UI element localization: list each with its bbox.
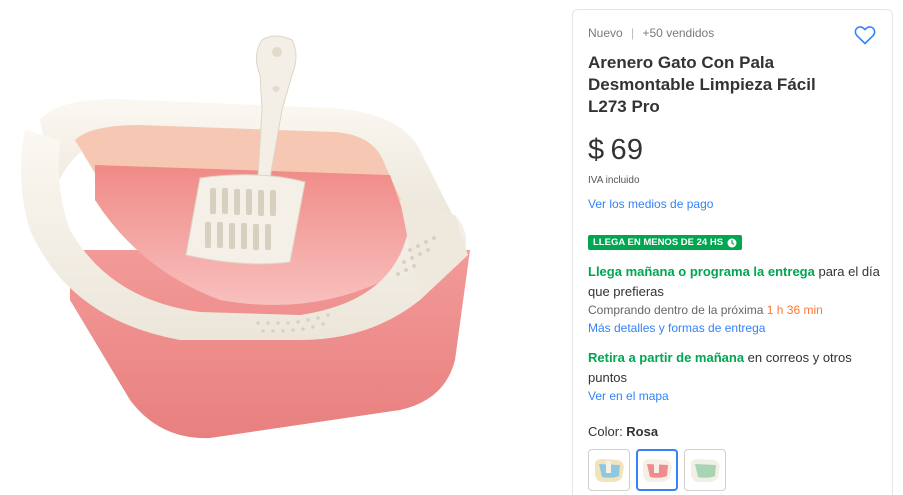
sold-count: +50 vendidos	[642, 26, 715, 40]
badge-label: LLEGA EN MENOS DE 24 HS	[593, 237, 724, 248]
color-swatches	[588, 449, 726, 491]
price-amount: 69	[610, 134, 644, 166]
delivery-countdown: Comprando dentro de la próxima 1 h 36 mi…	[588, 303, 823, 317]
variant-thumbnail	[643, 459, 672, 482]
variant-thumbnail	[595, 459, 624, 482]
product-info-panel: Nuevo | +50 vendidos Arenero Gato Con Pa…	[572, 9, 893, 495]
product-image[interactable]	[0, 0, 560, 495]
selected-color: Rosa	[626, 424, 659, 439]
clock-icon	[727, 238, 737, 247]
price-currency: $	[588, 134, 605, 166]
litter-box-illustration	[21, 35, 470, 439]
countdown-prefix: Comprando dentro de la próxima	[588, 303, 767, 317]
tax-note: IVA incluido	[588, 175, 640, 186]
delivery-info: Llega mañana o programa la entrega para …	[588, 262, 883, 302]
pickup-highlight: Retira a partir de mañana	[588, 350, 745, 365]
delivery-details-link[interactable]: Más detalles y formas de entrega	[588, 321, 765, 335]
swatch-rosa[interactable]	[636, 449, 678, 491]
swatch-celeste[interactable]	[588, 449, 630, 491]
swatch-verde[interactable]	[684, 449, 726, 491]
fast-delivery-badge: LLEGA EN MENOS DE 24 HS	[588, 235, 743, 250]
payment-methods-link[interactable]: Ver los medios de pago	[588, 197, 713, 211]
delivery-highlight: Llega mañana o programa la entrega	[588, 264, 815, 279]
pickup-info: Retira a partir de mañana en correos y o…	[588, 348, 883, 388]
product-title: Arenero Gato Con Pala Desmontable Limpie…	[588, 53, 816, 116]
color-label: Color: Rosa	[588, 424, 658, 439]
heart-icon	[854, 26, 876, 45]
condition-label: Nuevo	[588, 26, 623, 40]
product-price: $69	[588, 134, 643, 167]
color-label-text: Color:	[588, 424, 627, 439]
countdown-time: 1 h 36 min	[766, 303, 823, 317]
subtitle-separator: |	[631, 26, 635, 40]
product-subtitle: Nuevo | +50 vendidos	[588, 26, 714, 40]
variant-thumbnail	[691, 459, 720, 482]
map-link[interactable]: Ver en el mapa	[588, 389, 669, 403]
favorite-button[interactable]	[853, 23, 877, 47]
